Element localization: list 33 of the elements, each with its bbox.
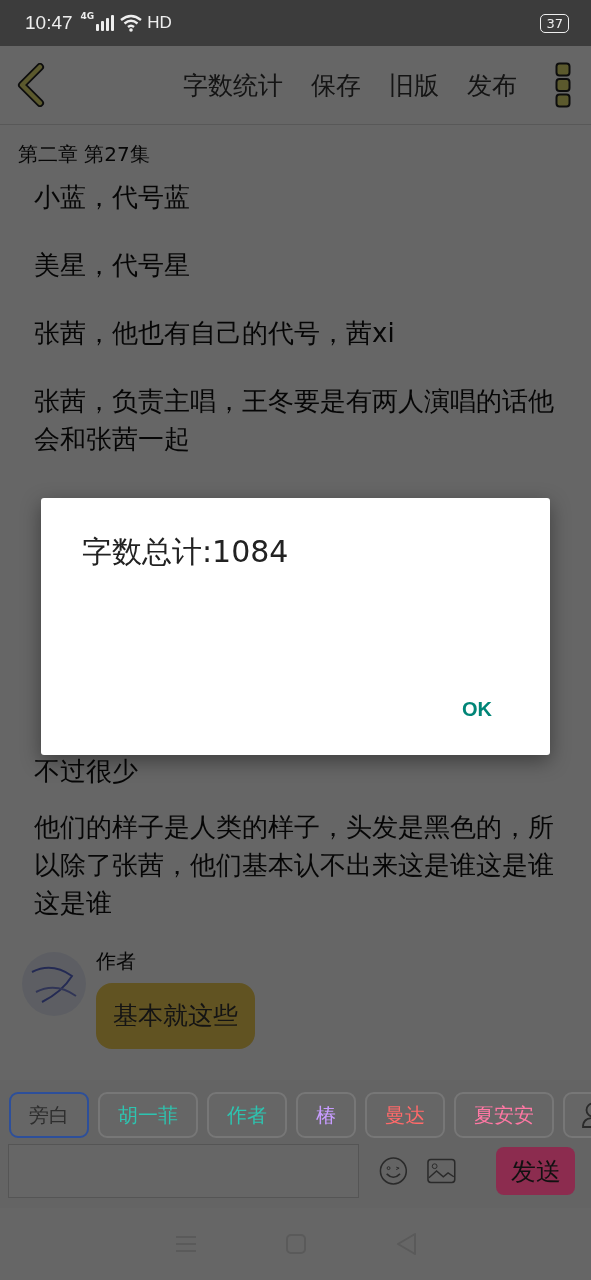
battery-indicator: 37 xyxy=(540,13,569,33)
back-icon[interactable] xyxy=(16,63,46,107)
network-label: 4G xyxy=(80,11,95,21)
toolbar-action[interactable]: 保存 xyxy=(297,68,375,102)
speaker-chip[interactable]: 旁白 xyxy=(9,1092,89,1138)
toolbar-action[interactable]: 字数统计 xyxy=(169,68,297,102)
story-paragraph: 小蓝，代号蓝 xyxy=(34,181,191,214)
story-paragraph: 张茜，他也有自己的代号，茜xi xyxy=(34,317,396,350)
speaker-chip[interactable]: 胡一菲 xyxy=(98,1092,198,1138)
hd-label: HD xyxy=(147,13,172,33)
avatar xyxy=(22,952,86,1016)
signal-icon xyxy=(95,14,116,32)
speaker-chip[interactable]: 夏安安 xyxy=(454,1092,554,1138)
wifi-icon xyxy=(119,14,144,32)
speaker-chip[interactable]: 作者 xyxy=(207,1092,287,1138)
emoji-icon[interactable] xyxy=(378,1156,408,1186)
story-paragraph: 不过很少 xyxy=(34,755,139,788)
ok-button[interactable]: OK xyxy=(460,696,494,723)
more-icon[interactable] xyxy=(555,62,571,108)
dialog-message: 字数总计:1084 xyxy=(82,533,289,571)
message-bubble: 基本就这些 xyxy=(96,983,255,1049)
send-button[interactable]: 发送 xyxy=(496,1147,575,1195)
speaker-chip[interactable]: 曼达 xyxy=(365,1092,445,1138)
image-icon[interactable] xyxy=(427,1158,456,1184)
chapter-title: 第二章 第27集 xyxy=(17,141,151,168)
story-paragraph: 他们的样子是人类的样子，头发是黑色的，所以除了张茜，他们基本认不出来这是谁这是谁这是谁 xyxy=(34,811,555,920)
story-paragraph: 张茜，负责主唱，王冬要是有两人演唱的话他会和张茜一起 xyxy=(34,385,555,456)
story-paragraph: 美星，代号星 xyxy=(34,249,191,282)
speaker-chip[interactable]: 椿 xyxy=(296,1092,356,1138)
author-name: 作者 xyxy=(96,948,136,975)
toolbar-action[interactable]: 发布 xyxy=(453,68,531,102)
clock: 10:47 xyxy=(25,12,73,34)
toolbar-action[interactable]: 旧版 xyxy=(375,68,453,102)
